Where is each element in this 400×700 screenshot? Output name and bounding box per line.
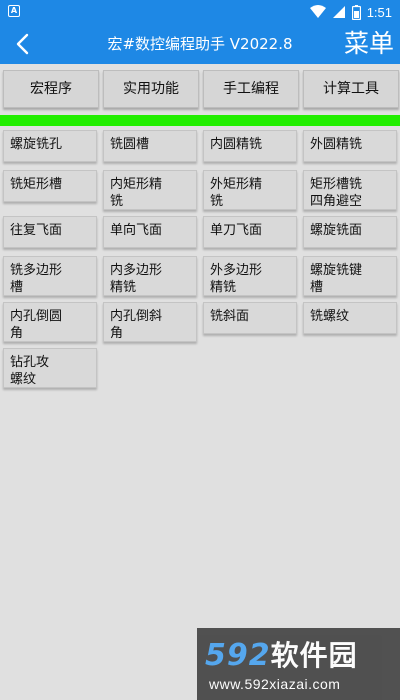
notification-icon: A: [8, 5, 20, 17]
function-button[interactable]: 单刀飞面: [203, 216, 297, 248]
tab-utilities[interactable]: 实用功能: [103, 70, 199, 108]
tab-manual-programming[interactable]: 手工编程: [203, 70, 299, 108]
function-button[interactable]: 铣多边形 槽: [3, 256, 97, 296]
function-button[interactable]: 铣斜面: [203, 302, 297, 334]
page-title: 宏#数控编程助手 V2022.8: [107, 35, 293, 53]
app-bar: 宏#数控编程助手 V2022.8 菜单: [0, 24, 400, 64]
signal-icon: [332, 6, 345, 18]
watermark-url: www.592xiazai.com: [209, 676, 341, 692]
function-button[interactable]: 铣圆槽: [103, 130, 197, 162]
watermark-logo: 592软件园: [205, 638, 358, 673]
function-button[interactable]: 内孔倒圆 角: [3, 302, 97, 342]
function-button[interactable]: 螺旋铣孔: [3, 130, 97, 162]
status-icons: 1:51: [309, 0, 392, 24]
function-button[interactable]: 螺旋铣键 槽: [303, 256, 397, 296]
active-tab-indicator: [0, 115, 400, 126]
function-button[interactable]: 螺旋铣面: [303, 216, 397, 248]
function-button[interactable]: 内孔倒斜 角: [103, 302, 197, 342]
wifi-icon: [309, 5, 326, 18]
tab-bar: 宏程序 实用功能 手工编程 计算工具: [0, 64, 400, 114]
function-button[interactable]: 矩形槽铣 四角避空: [303, 170, 397, 210]
function-button[interactable]: 钻孔攻 螺纹: [3, 348, 97, 388]
clock: 1:51: [366, 4, 392, 20]
status-bar: A 1:51: [0, 0, 400, 24]
function-button[interactable]: 铣矩形槽: [3, 170, 97, 202]
tab-calculation-tools[interactable]: 计算工具: [303, 70, 399, 108]
watermark: 592软件园 www.592xiazai.com: [197, 628, 400, 700]
function-button[interactable]: 外多边形 精铣: [203, 256, 297, 296]
function-button[interactable]: 往复飞面: [3, 216, 97, 248]
function-button[interactable]: 铣螺纹: [303, 302, 397, 334]
function-button[interactable]: 内矩形精 铣: [103, 170, 197, 210]
tab-macro[interactable]: 宏程序: [3, 70, 99, 108]
menu-button[interactable]: 菜单: [344, 26, 394, 62]
function-button[interactable]: 外圆精铣: [303, 130, 397, 162]
battery-icon: [351, 4, 361, 20]
function-button[interactable]: 内多边形 精铣: [103, 256, 197, 296]
function-button[interactable]: 单向飞面: [103, 216, 197, 248]
function-button[interactable]: 外矩形精 铣: [203, 170, 297, 210]
function-button[interactable]: 内圆精铣: [203, 130, 297, 162]
